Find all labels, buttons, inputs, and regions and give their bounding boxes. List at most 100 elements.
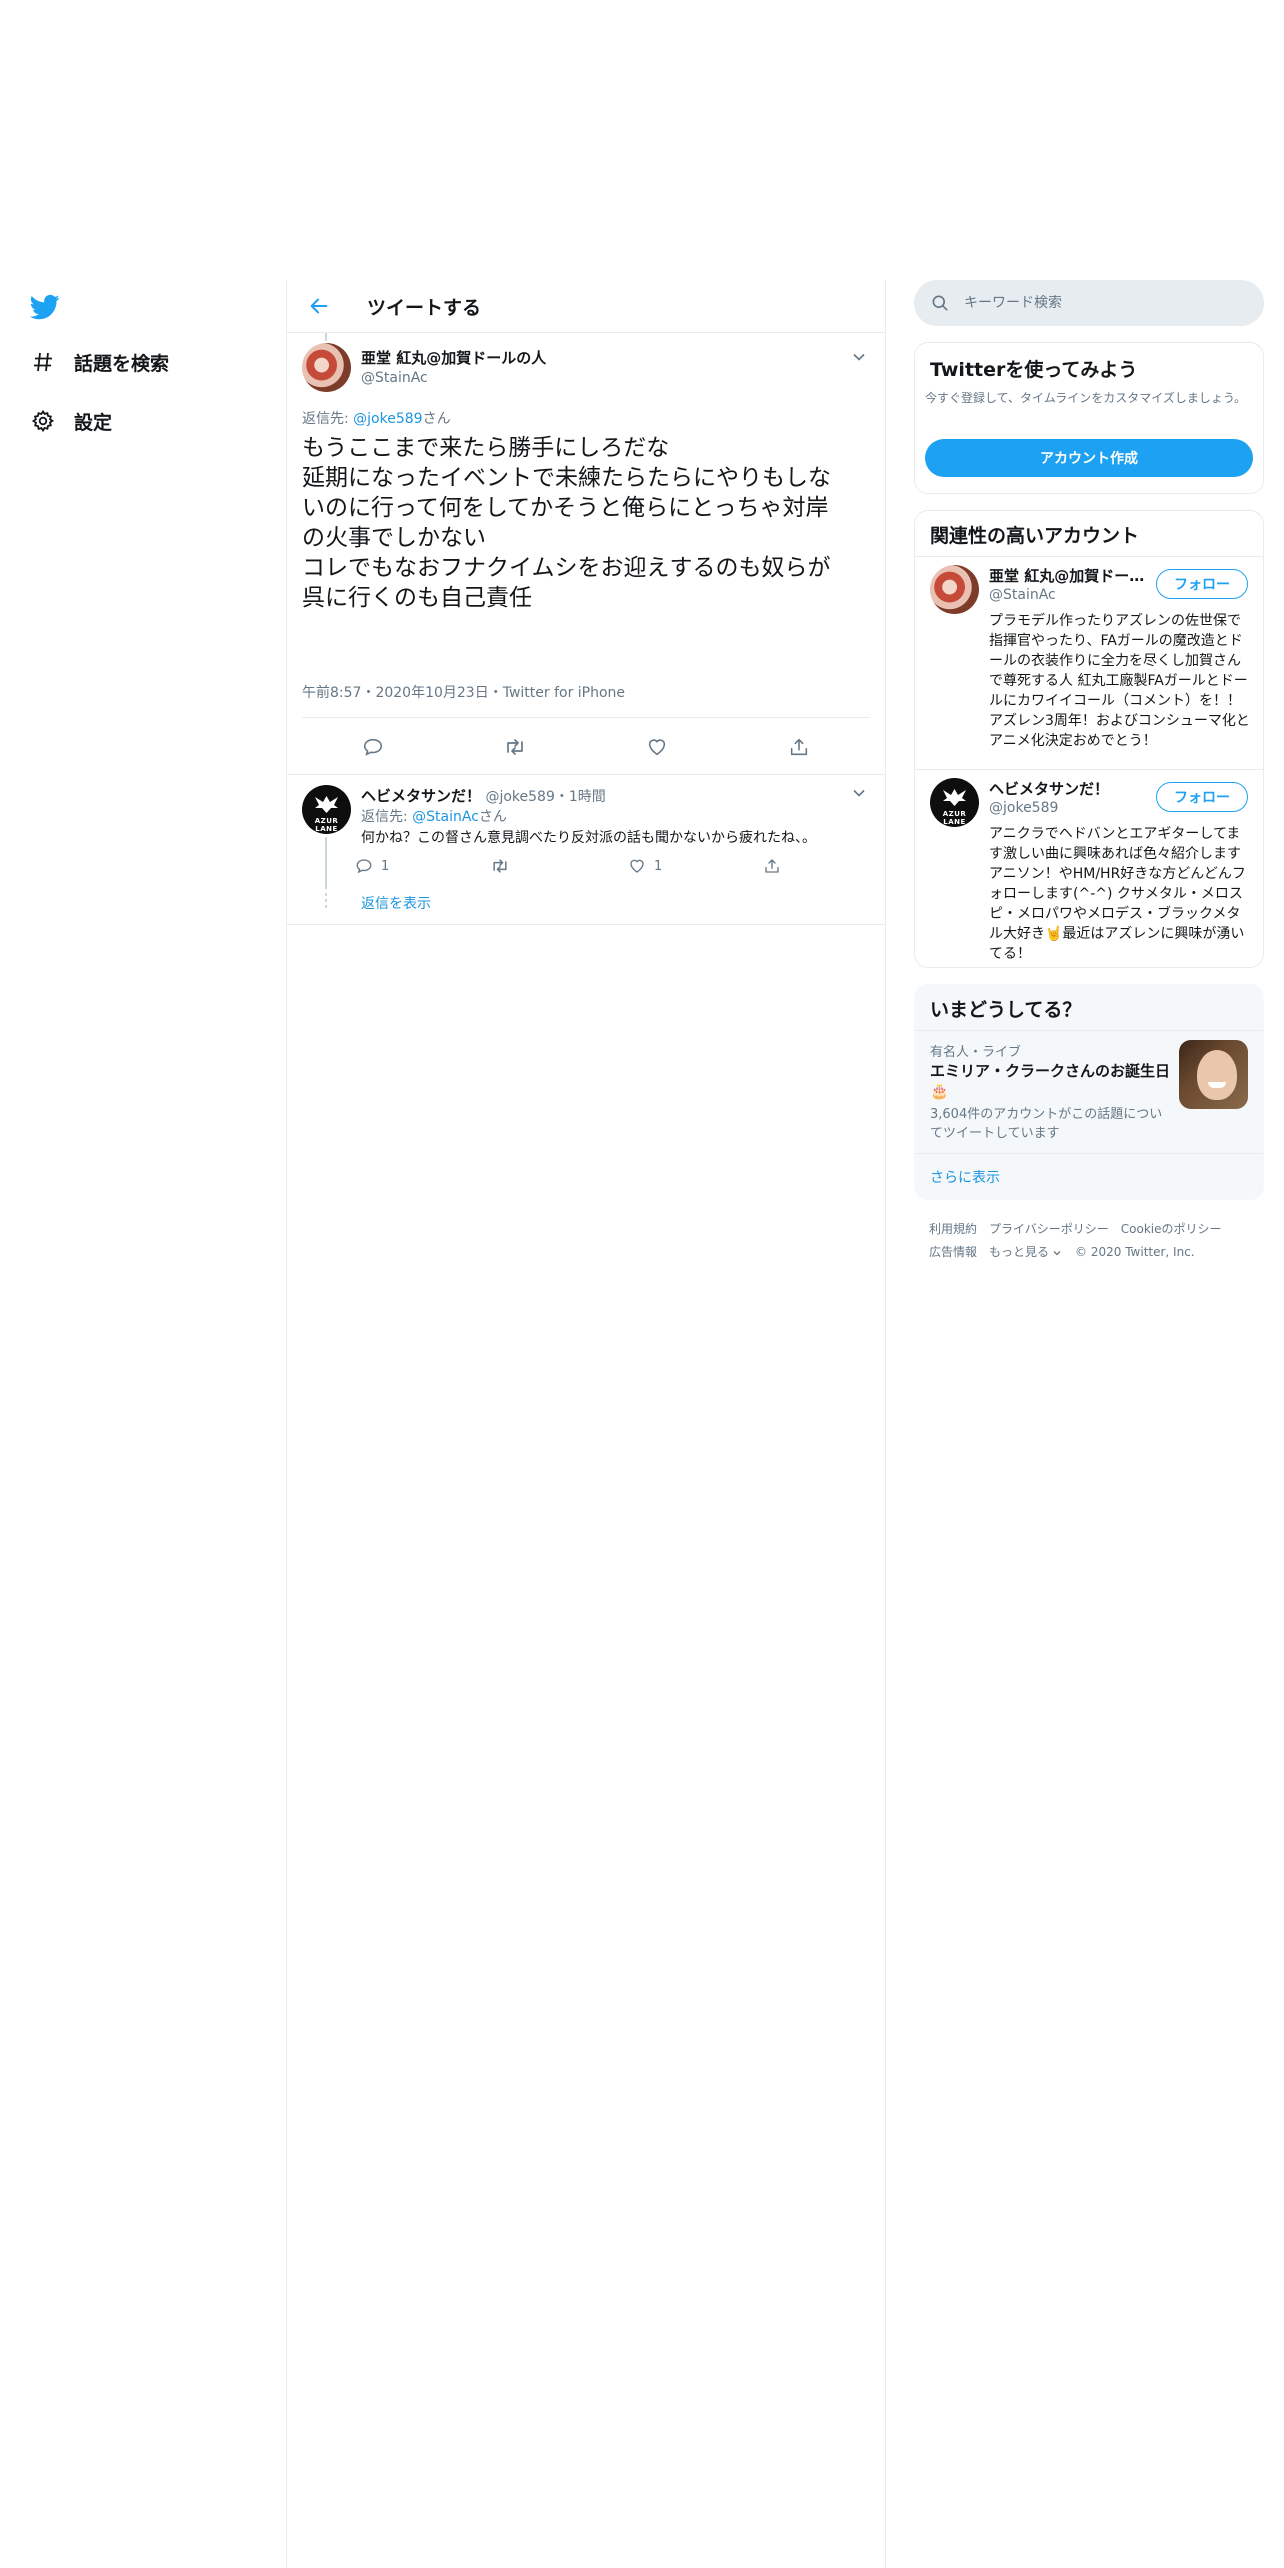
hashtag-icon [28, 347, 58, 377]
account-handle[interactable]: @StainAc [989, 587, 1056, 603]
avatar[interactable] [930, 565, 979, 614]
like-heart-icon[interactable] [639, 729, 675, 765]
divider [915, 1153, 1263, 1154]
signup-card: Twitterを使ってみよう 今すぐ登録して、タイムラインをカスタマイズしましょ… [914, 342, 1264, 494]
author-handle[interactable]: @StainAc [361, 370, 546, 386]
account-name[interactable]: 亜堂 紅丸@加賀ドールの人 [989, 565, 1149, 586]
nav-item-explore[interactable]: 話題を検索 [28, 342, 169, 382]
tweet-source[interactable]: Twitter for iPhone [503, 685, 625, 701]
search-box[interactable] [914, 280, 1264, 326]
account-item[interactable]: 亜堂 紅丸@加賀ドールの人 @StainAc フォロー プラモデル作ったりアズレ… [915, 557, 1263, 769]
right-sidebar: Twitterを使ってみよう 今すぐ登録して、タイムラインをカスタマイズしましょ… [914, 280, 1264, 1264]
author-name[interactable]: 亜堂 紅丸@加賀ドールの人 [361, 347, 546, 368]
thread-line [325, 333, 327, 341]
chevron-down-icon[interactable] [849, 347, 869, 367]
retweet-icon [493, 859, 507, 873]
nav-item-settings-label: 設定 [74, 411, 113, 434]
footer-link-cookies[interactable]: Cookieのポリシー [1121, 1222, 1222, 1236]
reply-actions: 1 1 [355, 851, 815, 881]
account-item[interactable]: AZUR LANE ヘビメタサンだ！ @joke589 フォロー アニクラでヘド… [915, 770, 1263, 967]
reply-to-suffix: さん [478, 809, 507, 825]
focused-tweet: 亜堂 紅丸@加賀ドールの人 @StainAc 返信先: @joke589さん も… [287, 333, 885, 775]
back-arrow-icon[interactable] [301, 288, 337, 324]
azur-lane-emblem-icon [315, 796, 338, 813]
author-handle[interactable]: @joke589 [485, 789, 554, 805]
like-heart-icon [630, 859, 644, 873]
trends-card: いまどうしてる？ 有名人・ライブ エミリア・クラークさんのお誕生日🎂 3,604… [914, 984, 1264, 1200]
main-column: ツイートする 亜堂 紅丸@加賀ドールの人 @StainAc 返信先: @joke… [286, 280, 886, 2568]
account-name[interactable]: ヘビメタサンだ！ [989, 778, 1149, 799]
reply-to-line: 返信先: @StainAcさん [361, 806, 507, 826]
tweet-text-line: いのに行って何をしてかそうと俺らにとっちゃ対岸 [302, 495, 829, 521]
nav-item-settings[interactable]: 設定 [28, 401, 112, 441]
reply-to-handle[interactable]: @joke589 [353, 411, 422, 427]
footer-link-more[interactable]: もっと見る [989, 1245, 1063, 1259]
retweet-button[interactable] [490, 851, 510, 881]
show-more-link[interactable]: さらに表示 [930, 1167, 1000, 1187]
trends-title: いまどうしてる？ [930, 999, 1082, 1021]
tweet-text-line: 呉に行くのも自己責任 [302, 585, 532, 611]
chevron-down-icon [1053, 1250, 1061, 1255]
reply-to-prefix: 返信先: [302, 411, 354, 427]
like-button[interactable]: 1 [628, 851, 662, 881]
reply-tweet[interactable]: AZUR LANE ヘビメタサンだ！ @joke589・1時間 返信先: @St… [287, 775, 885, 925]
reply-to-handle[interactable]: @StainAc [412, 809, 479, 825]
reply-count: 1 [381, 858, 390, 874]
signup-subtitle: 今すぐ登録して、タイムラインをカスタマイズしましょう。 [925, 391, 1247, 405]
tweet-timestamp: 午前8:57・2020年10月23日・Twitter for iPhone [302, 682, 625, 702]
show-replies-link[interactable]: 返信を表示 [361, 893, 431, 913]
trend-topic[interactable]: エミリア・クラークさんのお誕生日🎂 [930, 1061, 1170, 1101]
share-icon[interactable] [781, 729, 817, 765]
tweet-text-line: の火事でしかない [302, 525, 486, 551]
related-accounts-card: 関連性の高いアカウント 亜堂 紅丸@加賀ドールの人 @StainAc フォロー … [914, 510, 1264, 968]
reply-time[interactable]: 1時間 [569, 789, 606, 805]
meta-separator: ・ [488, 685, 503, 701]
avatar-text: AZUR LANE [942, 810, 967, 826]
reply-to-prefix: 返信先: [361, 809, 413, 825]
page-title: ツイートする [367, 296, 482, 319]
trend-thumbnail[interactable] [1179, 1040, 1248, 1109]
author-name[interactable]: ヘビメタサンだ！ [361, 787, 481, 805]
search-input[interactable] [964, 295, 1234, 311]
thread-dots [325, 893, 327, 911]
divider [302, 717, 870, 718]
tweet-date[interactable]: 2020年10月23日 [375, 685, 488, 701]
tweet-text-line: もうここまで来たら勝手にしろだな [302, 435, 670, 461]
footer: 利用規約 プライバシーポリシー Cookieのポリシー 広告情報 もっと見る © 202… [914, 1218, 1264, 1264]
create-account-button[interactable]: アカウント作成 [925, 439, 1253, 477]
reply-to-suffix: さん [422, 411, 451, 427]
footer-link-privacy[interactable]: プライバシーポリシー [989, 1222, 1109, 1236]
gear-icon [28, 406, 58, 436]
meta-separator: ・ [554, 789, 569, 805]
related-title: 関連性の高いアカウント [930, 525, 1140, 547]
thread-line [325, 837, 327, 889]
meta-separator: ・ [361, 685, 376, 701]
avatar[interactable]: AZUR LANE [930, 778, 979, 827]
reply-icon[interactable] [355, 729, 391, 765]
divider [915, 1030, 1263, 1031]
portrait-face [1197, 1050, 1237, 1100]
author-block[interactable]: 亜堂 紅丸@加賀ドールの人 @StainAc [361, 347, 546, 386]
footer-link-ads[interactable]: 広告情報 [929, 1245, 977, 1259]
page-header: ツイートする [287, 280, 885, 333]
follow-button[interactable]: フォロー [1156, 782, 1248, 812]
avatar[interactable] [302, 343, 351, 392]
tweet-text: もうここまで来たら勝手にしろだな 延期になったイベントで未練たらたらにやりもしな… [302, 433, 872, 613]
account-handle[interactable]: @joke589 [989, 800, 1058, 816]
copyright: © 2020 Twitter, Inc. [1075, 1245, 1195, 1259]
twitter-logo-icon[interactable] [28, 292, 62, 322]
avatar-text: AZUR LANE [314, 817, 339, 833]
account-bio: アニクラでヘドバンとエアギターしてます激しい曲に興味あれば色々紹介します アニソ… [989, 826, 1246, 962]
follow-button[interactable]: フォロー [1156, 569, 1248, 599]
share-icon [765, 859, 779, 873]
chevron-down-icon[interactable] [849, 783, 869, 803]
share-button[interactable] [763, 851, 781, 881]
reply-icon [356, 859, 372, 874]
retweet-icon[interactable] [497, 729, 533, 765]
reply-button[interactable]: 1 [355, 851, 389, 881]
azur-lane-emblem-icon [943, 789, 966, 806]
avatar[interactable]: AZUR LANE [302, 785, 351, 834]
footer-link-terms[interactable]: 利用規約 [929, 1222, 977, 1236]
tweet-time[interactable]: 午前8:57 [302, 685, 361, 701]
reply-to-line: 返信先: @joke589さん [302, 408, 451, 428]
